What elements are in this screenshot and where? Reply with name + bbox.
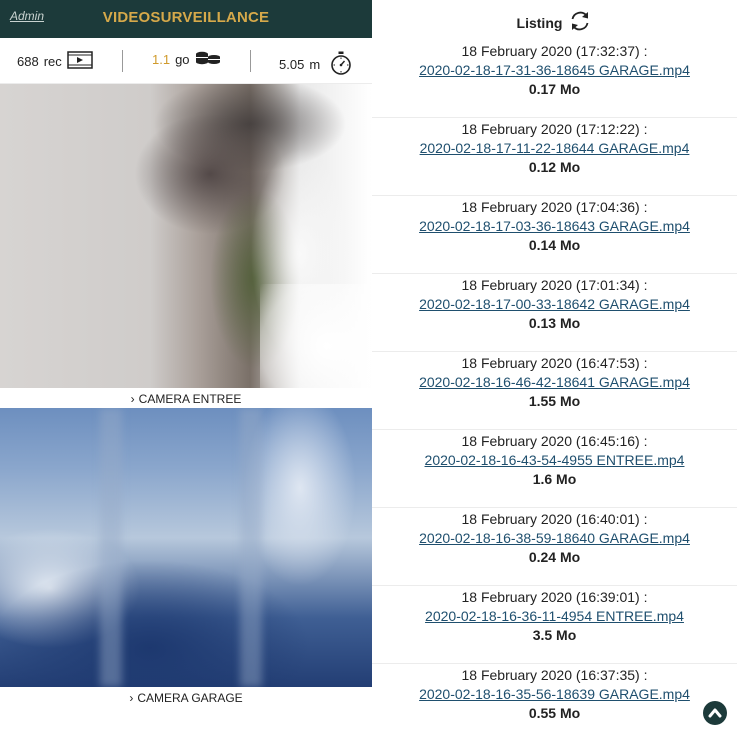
database-icon (195, 51, 221, 68)
recording-date: 18 February 2020 (16:37:35) : (461, 667, 648, 683)
recording-file-link[interactable]: 2020-02-18-16-36-11-4954 ENTREE.mp4 (425, 607, 684, 626)
recording-date: 18 February 2020 (17:32:37) : (461, 43, 648, 59)
list-item: 18 February 2020 (16:40:01) : 2020-02-18… (372, 508, 737, 586)
records-stat: 688 rec (17, 51, 93, 72)
listing-header: Listing (372, 9, 737, 36)
list-item: 18 February 2020 (16:47:53) : 2020-02-18… (372, 352, 737, 430)
app-header: Admin VIDEOSURVEILLANCE (0, 0, 372, 38)
recording-size: 0.55 Mo (528, 705, 581, 721)
recording-date: 18 February 2020 (16:45:16) : (461, 433, 648, 449)
left-panel: Admin VIDEOSURVEILLANCE 688 rec 1.1 go 5… (0, 0, 372, 732)
chevron-up-icon (708, 708, 722, 718)
camera-entree-label[interactable]: › CAMERA ENTREE (0, 392, 372, 406)
recording-file-link[interactable]: 2020-02-18-16-38-59-18640 GARAGE.mp4 (419, 529, 690, 548)
list-item: 18 February 2020 (17:04:36) : 2020-02-18… (372, 196, 737, 274)
recording-file-link[interactable]: 2020-02-18-17-11-22-18644 GARAGE.mp4 (420, 139, 690, 158)
recording-size: 3.5 Mo (532, 627, 577, 643)
stats-divider (250, 50, 251, 72)
stats-bar: 688 rec 1.1 go 5.05 m (0, 38, 372, 84)
recording-list: 18 February 2020 (17:32:37) : 2020-02-18… (372, 40, 737, 732)
records-value: 688 (17, 54, 39, 69)
recording-size: 0.13 Mo (528, 315, 581, 331)
recording-date: 18 February 2020 (17:12:22) : (461, 121, 648, 137)
list-item: 18 February 2020 (17:01:34) : 2020-02-18… (372, 274, 737, 352)
recording-file-link[interactable]: 2020-02-18-16-35-56-18639 GARAGE.mp4 (419, 685, 690, 704)
recording-file-link[interactable]: 2020-02-18-17-03-36-18643 GARAGE.mp4 (419, 217, 690, 236)
camera-entree-feed[interactable] (0, 84, 372, 388)
app-title: VIDEOSURVEILLANCE (102, 9, 270, 26)
camera-garage-feed[interactable] (0, 408, 372, 687)
recording-size: 1.55 Mo (528, 393, 581, 409)
feed-highlight (260, 284, 372, 388)
feed-stripe (240, 408, 262, 687)
chevron-right-icon: › (130, 392, 135, 406)
recording-file-link[interactable]: 2020-02-18-16-46-42-18641 GARAGE.mp4 (419, 373, 690, 392)
recording-date: 18 February 2020 (16:40:01) : (461, 511, 648, 527)
list-item: 18 February 2020 (16:45:16) : 2020-02-18… (372, 430, 737, 508)
storage-unit: go (175, 52, 190, 67)
recording-size: 1.6 Mo (532, 471, 577, 487)
recording-date: 18 February 2020 (16:39:01) : (461, 589, 648, 605)
stopwatch-icon (329, 51, 353, 78)
listing-title: Listing (516, 14, 563, 31)
camera-garage-label[interactable]: › CAMERA GARAGE (0, 691, 372, 705)
camera-entree-name: CAMERA ENTREE (138, 392, 242, 406)
recording-date: 18 February 2020 (17:01:34) : (461, 277, 648, 293)
recording-file-link[interactable]: 2020-02-18-17-31-36-18645 GARAGE.mp4 (419, 61, 690, 80)
stats-divider (122, 50, 123, 72)
records-unit: rec (43, 54, 62, 69)
recording-date: 18 February 2020 (17:04:36) : (461, 199, 648, 215)
recording-size: 0.17 Mo (528, 81, 581, 97)
scroll-top-button[interactable] (703, 701, 727, 725)
list-item: 18 February 2020 (17:32:37) : 2020-02-18… (372, 40, 737, 118)
list-item: 18 February 2020 (17:12:22) : 2020-02-18… (372, 118, 737, 196)
refresh-icon[interactable] (568, 9, 592, 36)
recording-file-link[interactable]: 2020-02-18-16-43-54-4955 ENTREE.mp4 (425, 451, 685, 470)
recording-size: 0.24 Mo (528, 549, 581, 565)
duration-stat: 5.05 m (279, 51, 353, 78)
list-item: 18 February 2020 (16:39:01) : 2020-02-18… (372, 586, 737, 664)
chevron-right-icon: › (129, 691, 134, 705)
storage-value: 1.1 (152, 52, 171, 67)
recording-size: 0.12 Mo (528, 159, 581, 175)
feed-stripe (100, 408, 122, 687)
recording-size: 0.14 Mo (528, 237, 581, 253)
storage-stat: 1.1 go (152, 51, 221, 68)
list-item: 18 February 2020 (16:37:35) : 2020-02-18… (372, 664, 737, 732)
camera-garage-name: CAMERA GARAGE (137, 691, 243, 705)
duration-unit: m (309, 57, 321, 72)
listing-panel: Listing 18 February 2020 (17:32:37) : 20… (372, 0, 737, 732)
duration-value: 5.05 (279, 57, 305, 72)
video-play-icon (67, 51, 93, 72)
recording-file-link[interactable]: 2020-02-18-17-00-33-18642 GARAGE.mp4 (419, 295, 690, 314)
recording-date: 18 February 2020 (16:47:53) : (461, 355, 648, 371)
